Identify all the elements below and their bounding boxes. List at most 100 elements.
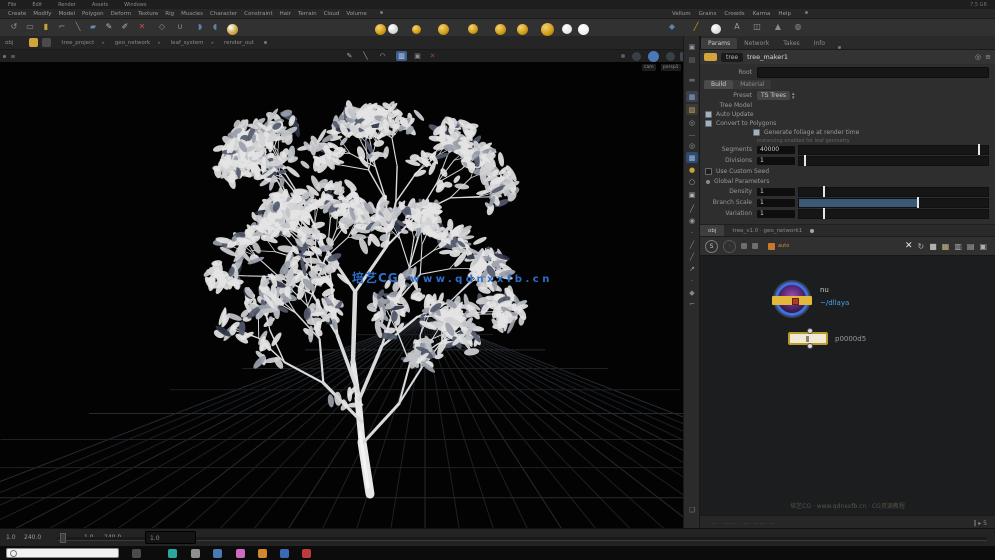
side-tool-icon[interactable]: ◎ bbox=[686, 117, 698, 128]
side-tool-icon[interactable]: ◉ bbox=[686, 215, 698, 226]
param-slider-track[interactable] bbox=[798, 185, 989, 197]
viewport-view-icon[interactable] bbox=[632, 51, 641, 61]
refresh-icon[interactable]: ↻ bbox=[917, 242, 924, 251]
side-tool-icon[interactable]: ╱ bbox=[686, 239, 698, 250]
list-toggle-icon[interactable] bbox=[752, 243, 758, 249]
side-tool-icon[interactable]: ▣ bbox=[686, 189, 698, 200]
shelf-tab[interactable]: Polygon bbox=[82, 11, 104, 17]
shelf-tool-icon[interactable]: ∪ bbox=[174, 21, 186, 33]
shelf-tab[interactable]: Model bbox=[59, 11, 76, 17]
titlebar-menu-item[interactable]: Edit bbox=[32, 2, 42, 8]
network-breadcrumb[interactable]: tree_v1.0 · geo_network1 bbox=[732, 228, 802, 234]
palette-icon[interactable]: ▦ bbox=[942, 242, 950, 251]
shelf-tool-icon[interactable]: ◍ bbox=[792, 21, 804, 33]
path-segment[interactable]: render_out bbox=[224, 40, 254, 46]
titlebar-menu-item[interactable]: Windows bbox=[124, 2, 146, 8]
taskbar-app-icon[interactable] bbox=[280, 549, 289, 558]
side-tool-icon[interactable]: ▤ bbox=[686, 54, 698, 65]
param-value-field[interactable]: 1 bbox=[757, 156, 795, 165]
shelf-tab[interactable]: Deform bbox=[111, 11, 131, 17]
layout-icon[interactable]: ▤ bbox=[967, 242, 975, 251]
param-slider-track[interactable] bbox=[798, 196, 989, 208]
shelf-tab[interactable]: Crowds bbox=[724, 11, 744, 17]
shelf-tab[interactable]: Karma bbox=[753, 11, 771, 17]
shelf-tool-icon[interactable] bbox=[711, 24, 721, 34]
taskbar-app-icon[interactable] bbox=[258, 549, 267, 558]
viewport-view-icon[interactable] bbox=[621, 54, 625, 58]
param-subtab[interactable]: Build bbox=[704, 80, 734, 89]
side-tool-icon[interactable]: ╱ bbox=[686, 251, 698, 262]
slider-handle[interactable] bbox=[917, 196, 920, 208]
clock-button[interactable]: · bbox=[723, 239, 736, 253]
titlebar-menu-item[interactable]: File bbox=[8, 2, 16, 8]
timeline-track[interactable] bbox=[58, 537, 987, 541]
side-tool-icon[interactable]: ▬ bbox=[686, 74, 698, 85]
path-segment[interactable]: leaf_system bbox=[171, 40, 204, 46]
side-tool-icon[interactable]: ↗ bbox=[686, 263, 698, 274]
shelf-tab[interactable]: Constraint bbox=[244, 11, 273, 17]
snap-button[interactable]: S bbox=[705, 239, 718, 253]
param-slider-track[interactable] bbox=[798, 154, 989, 166]
shelf-tool-icon[interactable] bbox=[227, 23, 238, 35]
param-value-field[interactable]: 1 bbox=[757, 209, 795, 218]
param-checkbox[interactable] bbox=[705, 168, 712, 175]
shelf-tool-icon[interactable] bbox=[468, 24, 478, 34]
side-tool-icon[interactable]: ╱ bbox=[686, 203, 698, 214]
shelf-tab[interactable]: Character bbox=[210, 11, 237, 17]
shelf-tool-icon[interactable]: A bbox=[731, 21, 743, 33]
viewport-tool-icon[interactable]: ▥ bbox=[396, 51, 407, 61]
shelf-tool-icon[interactable]: ◇ bbox=[156, 21, 168, 33]
side-tool-icon[interactable]: ◆ bbox=[686, 287, 698, 298]
output-connector[interactable] bbox=[807, 343, 813, 349]
shelf-tool-icon[interactable]: ↺ bbox=[8, 21, 20, 33]
grid-icon[interactable]: ▥ bbox=[954, 242, 962, 251]
pane-tab-info[interactable]: Info bbox=[807, 38, 832, 49]
shelf-tool-icon[interactable] bbox=[517, 23, 528, 35]
param-subtab[interactable]: Material bbox=[733, 80, 772, 89]
taskbar-app-icon[interactable] bbox=[132, 549, 141, 558]
shelf-tab[interactable]: Help bbox=[778, 11, 791, 17]
shelf-tab[interactable]: Cloud bbox=[324, 11, 340, 17]
taskbar-app-icon[interactable] bbox=[302, 549, 311, 558]
taskbar-search-box[interactable] bbox=[6, 548, 119, 558]
stepper-arrows-icon[interactable]: ▴ ▾ bbox=[792, 91, 795, 100]
close-icon[interactable]: ✕ bbox=[905, 241, 913, 251]
shelf-tool-icon[interactable] bbox=[412, 24, 421, 34]
side-tool-icon[interactable]: ❏ bbox=[686, 504, 698, 515]
shelf-tab[interactable]: Create bbox=[8, 11, 26, 17]
viewport-view-icon[interactable] bbox=[648, 50, 659, 62]
shelf-tool-icon[interactable]: ▲ bbox=[772, 21, 784, 33]
side-tool-icon[interactable]: — bbox=[686, 129, 698, 140]
shelf-tool-icon[interactable] bbox=[541, 22, 554, 36]
shelf-tab[interactable]: Modify bbox=[33, 11, 51, 17]
shelf-tab[interactable]: Texture bbox=[138, 11, 158, 17]
auto-update-icon[interactable] bbox=[768, 242, 775, 250]
shelf-tool-icon[interactable]: ◆ bbox=[666, 21, 678, 33]
shelf-tab[interactable]: Terrain bbox=[298, 11, 317, 17]
header-action-icon[interactable]: ◎ bbox=[975, 53, 981, 61]
pane-tab-params[interactable]: Params bbox=[701, 38, 738, 49]
path-segment[interactable]: tree_project bbox=[61, 40, 94, 46]
shelf-tool-icon[interactable]: ✕ bbox=[136, 21, 148, 33]
pane-tab-network[interactable]: Network bbox=[737, 38, 776, 49]
shelf-tool-icon[interactable] bbox=[375, 23, 386, 35]
param-value-field[interactable]: 1 bbox=[757, 198, 795, 207]
side-tool-icon[interactable]: ▣ bbox=[686, 41, 698, 52]
shelf-tool-icon[interactable]: ◫ bbox=[751, 21, 763, 33]
viewport-tool-icon[interactable]: ◠ bbox=[377, 51, 388, 61]
shelf-tool-icon[interactable]: ╲ bbox=[72, 21, 84, 33]
param-checkbox[interactable] bbox=[753, 129, 760, 136]
timeline-playhead[interactable] bbox=[60, 533, 66, 543]
side-tool-icon[interactable]: ▩ bbox=[686, 152, 698, 163]
viewport-view-icon[interactable] bbox=[666, 51, 675, 61]
side-tool-icon[interactable]: · bbox=[686, 275, 698, 286]
param-dropdown[interactable]: TS Trees bbox=[757, 91, 791, 100]
node-type-label[interactable]: tree bbox=[721, 52, 744, 62]
side-tool-icon[interactable]: · bbox=[686, 227, 698, 238]
input-connector[interactable] bbox=[807, 328, 813, 334]
side-tool-icon[interactable]: ▨ bbox=[686, 104, 698, 115]
taskbar-app-icon[interactable] bbox=[168, 549, 177, 558]
scene-canvas[interactable] bbox=[0, 62, 683, 528]
node-geometry[interactable] bbox=[788, 328, 828, 349]
param-slider-track[interactable] bbox=[798, 143, 989, 155]
